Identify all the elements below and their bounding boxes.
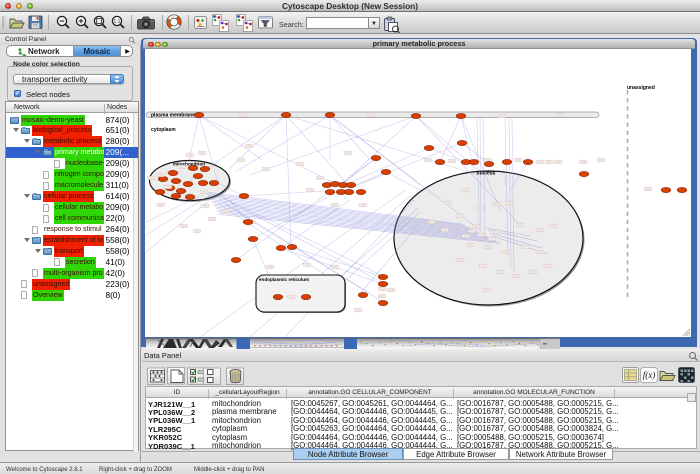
svg-text:cytoplasm: cytoplasm — [151, 127, 176, 133]
svg-text:unassigned: unassigned — [627, 85, 655, 91]
svg-text:mitochondrion: mitochondrion — [173, 162, 205, 167]
svg-text:f(x): f(x) — [643, 370, 656, 380]
svg-text:1:1: 1:1 — [114, 19, 121, 25]
svg-text:plasma membrane: plasma membrane — [151, 112, 195, 118]
svg-text:nucleus: nucleus — [477, 171, 496, 177]
svg-text:endoplasmic reticulum: endoplasmic reticulum — [259, 277, 309, 282]
